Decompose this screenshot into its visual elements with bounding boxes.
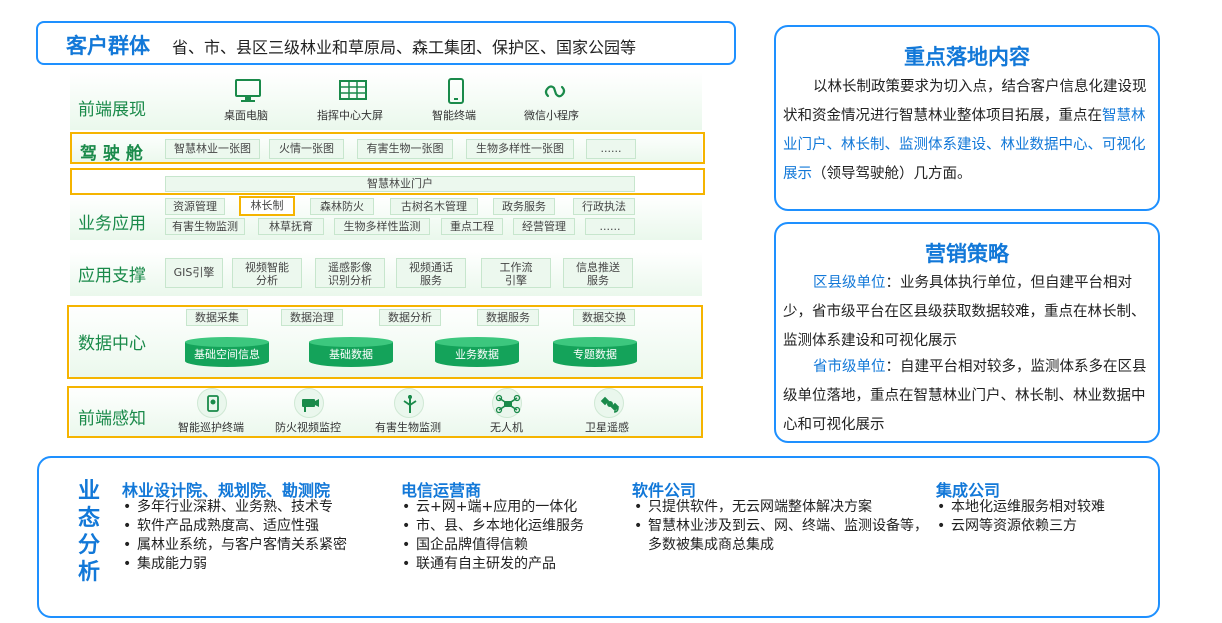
layer-label-display: 前端展现 [78,100,146,120]
layer-band-display [70,72,702,130]
display-item-label: 智能终端 [432,109,476,122]
sensing-item-label: 防火视频监控 [275,421,341,434]
list-item: 本地化运维服务相对较难 [933,498,1148,517]
big-screen-icon [339,80,367,100]
database-cylinder: 专题数据 [553,337,637,367]
list-item: 云+网+端+应用的一体化 [398,498,628,517]
list-item: 只提供软件，无云网端整体解决方案 [630,498,928,517]
support-item: 视频通话 服务 [396,258,466,288]
layer-label-data-center: 数据中心 [78,334,146,354]
support-item: 视频智能 分析 [232,258,302,288]
key-content-paragraph: 以林长制政策要求为切入点，结合客户信息化建设现状和资金情况进行智慧林业整体项目拓… [783,79,1147,182]
data-tool-item: 数据治理 [281,309,343,326]
tablet-icon [448,78,464,104]
industry-group-points: 本地化运维服务相对较难 云网等资源依赖三方 [933,498,1148,536]
sensing-item-label: 无人机 [490,421,523,434]
cockpit-item: 火情一张图 [269,139,344,159]
portal-bar: 智慧林业门户 [165,176,635,192]
support-item: 信息推送 服务 [563,258,633,288]
display-item-label: 指挥中心大屏 [317,109,383,122]
camera-icon [294,388,324,418]
industry-analysis-title: 业态分析 [77,479,100,585]
industry-group-points: 只提供软件，无云网端整体解决方案 智慧林业涉及到云、网、终端、监测设备等，多数被… [630,498,928,555]
data-tool-item: 数据采集 [186,309,248,326]
business-item: 生物多样性监测 [334,218,430,235]
business-item: 有害生物监测 [165,218,245,235]
layer-label-business: 业务应用 [78,214,146,234]
industry-group-points: 多年行业深耕、业务熟、技术专 软件产品成熟度高、适应性强 属林业系统，与客户客情… [119,498,389,574]
industry-group-points: 云+网+端+应用的一体化 市、县、乡本地化运维服务 国企品牌值得信赖 联通有自主… [398,498,628,574]
marketing-title: 营销策略 [925,242,1009,266]
business-item: 行政执法 [573,198,635,215]
business-item-highlighted: 林长制 [239,196,295,216]
data-tool-item: 数据分析 [379,309,441,326]
list-item: 软件产品成熟度高、适应性强 [119,517,389,536]
layer-label-support: 应用支撑 [78,266,146,286]
monitor-icon [235,79,261,102]
support-item: 遥感影像 识别分析 [315,258,385,288]
business-item: 森林防火 [310,198,374,215]
list-item: 智慧林业涉及到云、网、终端、监测设备等，多数被集成商总集成 [630,517,928,555]
cockpit-item: ...... [586,139,636,159]
business-item: 政务服务 [493,198,555,215]
display-item-label: 微信小程序 [524,109,579,122]
support-item: 工作流 引擎 [481,258,551,288]
list-item: 集成能力弱 [119,555,389,574]
cockpit-item: 智慧林业一张图 [165,139,260,159]
customer-group-text: 省、市、县区三级林业和草原局、森工集团、保护区、国家公园等 [172,38,637,57]
data-tool-item: 数据服务 [477,309,539,326]
layer-label-cockpit: 驾 驶 舱 [80,144,143,164]
business-item: 经营管理 [513,218,575,235]
list-item: 属林业系统，与客户客情关系紧密 [119,536,389,555]
list-item: 联通有自主研发的产品 [398,555,628,574]
data-tool-item: 数据交换 [573,309,635,326]
business-item: 资源管理 [165,198,225,215]
database-cylinder: 业务数据 [435,337,519,367]
layer-label-sensing: 前端感知 [78,409,146,429]
business-item: 古树名木管理 [390,198,478,215]
marketing-county-paragraph: 区县级单位：业务具体执行单位，但自建平台相对少，省市级平台在区县级获取数据较难，… [783,275,1146,349]
pest-monitor-icon [394,388,424,418]
drone-icon [492,388,522,418]
wechat-miniprogram-icon [544,85,566,98]
list-item: 国企品牌值得信赖 [398,536,628,555]
cockpit-item: 生物多样性一张图 [466,139,574,159]
patrol-terminal-icon [197,388,227,418]
cockpit-item: 有害生物一张图 [357,139,453,159]
display-item-label: 桌面电脑 [224,109,268,122]
support-item: GIS引擎 [165,258,223,288]
customer-group-title: 客户群体 [66,34,150,58]
business-item: 林草抚育 [258,218,324,235]
marketing-province-paragraph: 省市级单位：自建平台相对较多，监测体系多在区县级单位落地，重点在智慧林业门户、林… [783,359,1147,433]
sensing-item-label: 有害生物监测 [375,421,441,434]
sensing-item-label: 智能巡护终端 [178,421,244,434]
list-item: 云网等资源依赖三方 [933,517,1148,536]
business-item: ...... [585,218,635,235]
list-item: 多年行业深耕、业务熟、技术专 [119,498,389,517]
key-content-title: 重点落地内容 [904,45,1030,69]
list-item: 市、县、乡本地化运维服务 [398,517,628,536]
database-cylinder: 基础空间信息 [185,337,269,367]
satellite-icon [594,388,624,418]
business-item: 重点工程 [441,218,503,235]
sensing-item-label: 卫星遥感 [585,421,629,434]
database-cylinder: 基础数据 [309,337,393,367]
